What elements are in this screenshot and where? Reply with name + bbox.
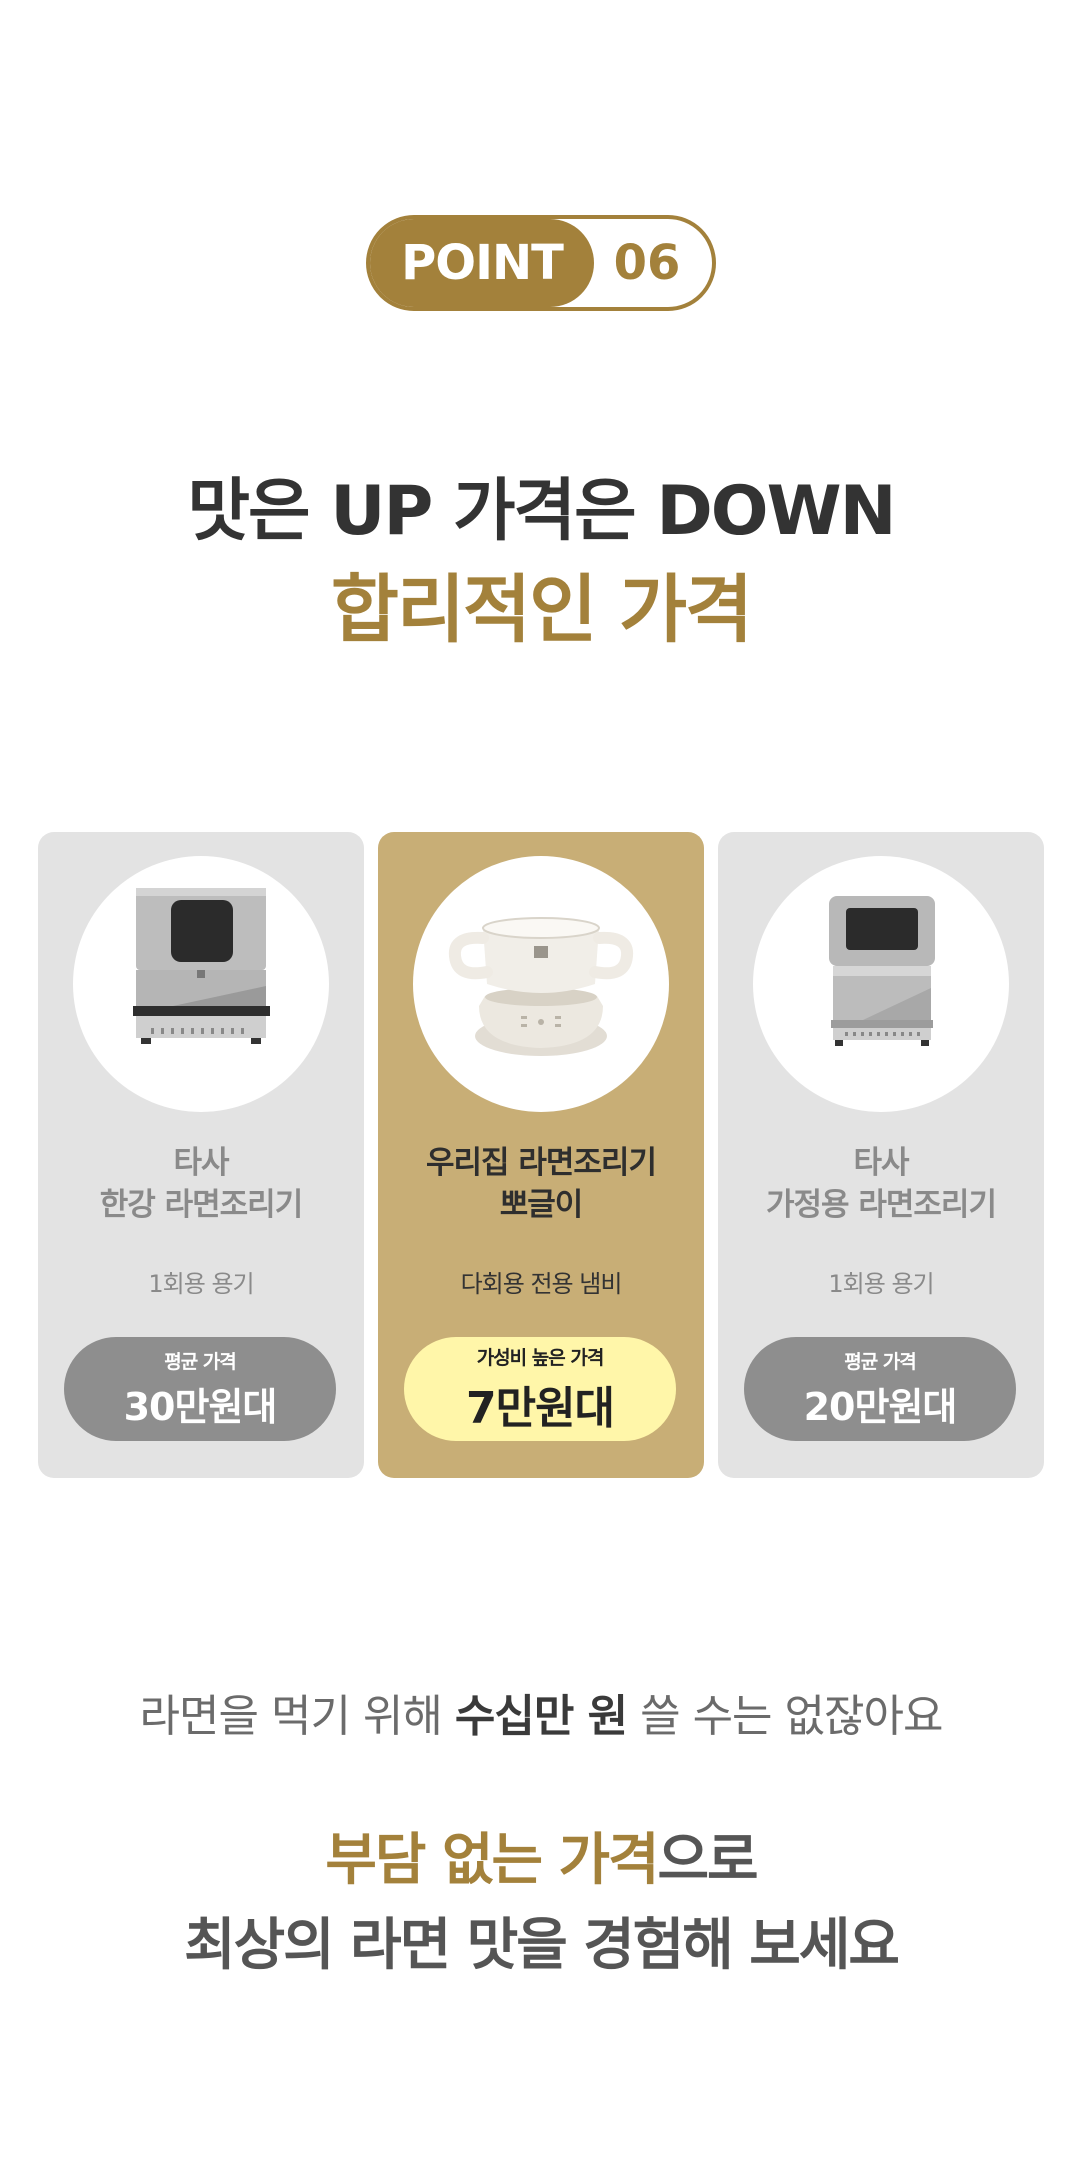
- ramen-machine-icon: [829, 896, 935, 1046]
- price-label: 평균 가격: [164, 1351, 237, 1373]
- point-badge: POINT 06: [366, 215, 716, 311]
- card-title-line1: 우리집 라면조리기: [426, 1145, 657, 1181]
- price-label: 가성비 높은 가격: [476, 1346, 605, 1369]
- price-label: 평균 가격: [844, 1351, 917, 1373]
- card-container-type: 1회용 용기: [828, 1270, 934, 1298]
- price-pill: 평균 가격 30만원대: [64, 1337, 336, 1441]
- bottom-statement-post: 쓸 수는 없잖아요: [627, 1691, 943, 1742]
- card-title-line2: 한강 라면조리기: [99, 1187, 303, 1223]
- closing-line2: 최상의 라면 맛을 경험해 보세요: [184, 1913, 900, 1978]
- ramen-machine-icon: [133, 888, 270, 1044]
- hangang-ramen-machine-image: [73, 856, 329, 1112]
- price-pill: 가성비 높은 가격 7만원대: [404, 1337, 676, 1441]
- card-container-type: 다회용 전용 냄비: [460, 1270, 623, 1298]
- headline-line1: 맛은 UP 가격은 DOWN: [187, 472, 896, 551]
- headline-line2: 합리적인 가격: [330, 567, 753, 653]
- card-title-line2: 가정용 라면조리기: [766, 1187, 997, 1223]
- comparison-card-hangang: 타사 한강 라면조리기 1회용 용기 평균 가격 30만원대: [38, 832, 364, 1478]
- closing-highlight: 부담 없는 가격: [325, 1828, 659, 1893]
- closing-line1-rest: 으로: [657, 1828, 759, 1893]
- ppogeuli-pot-image: [413, 856, 669, 1112]
- price-value: 20만원대: [803, 1385, 958, 1429]
- bottom-statement-bold: 수십만 원: [454, 1691, 628, 1742]
- ramen-pot-icon: [448, 917, 634, 1056]
- card-title-line1: 타사: [173, 1145, 229, 1181]
- card-title: 타사 한강 라면조리기: [38, 1142, 364, 1226]
- price-value: 7만원대: [465, 1382, 615, 1434]
- home-ramen-machine-image: [753, 856, 1009, 1112]
- closing-line1: 부담 없는 가격으로: [0, 1815, 1082, 1896]
- card-title: 타사 가정용 라면조리기: [718, 1142, 1044, 1226]
- comparison-card-home: 타사 가정용 라면조리기 1회용 용기 평균 가격 20만원대: [718, 832, 1044, 1478]
- card-title: 우리집 라면조리기 뽀글이: [378, 1142, 704, 1226]
- point-label: POINT: [370, 219, 594, 307]
- card-container-type: 1회용 용기: [148, 1270, 254, 1298]
- bottom-statement-pre: 라면을 먹기 위해: [139, 1691, 455, 1742]
- price-pill: 평균 가격 20만원대: [744, 1337, 1016, 1441]
- comparison-card-ppogeuli: 우리집 라면조리기 뽀글이 다회용 전용 냄비 가성비 높은 가격 7만원대: [378, 832, 704, 1478]
- card-title-line1: 타사: [853, 1145, 909, 1181]
- card-title-line2: 뽀글이: [499, 1187, 584, 1223]
- bottom-statement: 라면을 먹기 위해 수십만 원 쓸 수는 없잖아요: [0, 1680, 1082, 1744]
- price-value: 30만원대: [123, 1385, 278, 1429]
- point-number: 06: [613, 235, 681, 291]
